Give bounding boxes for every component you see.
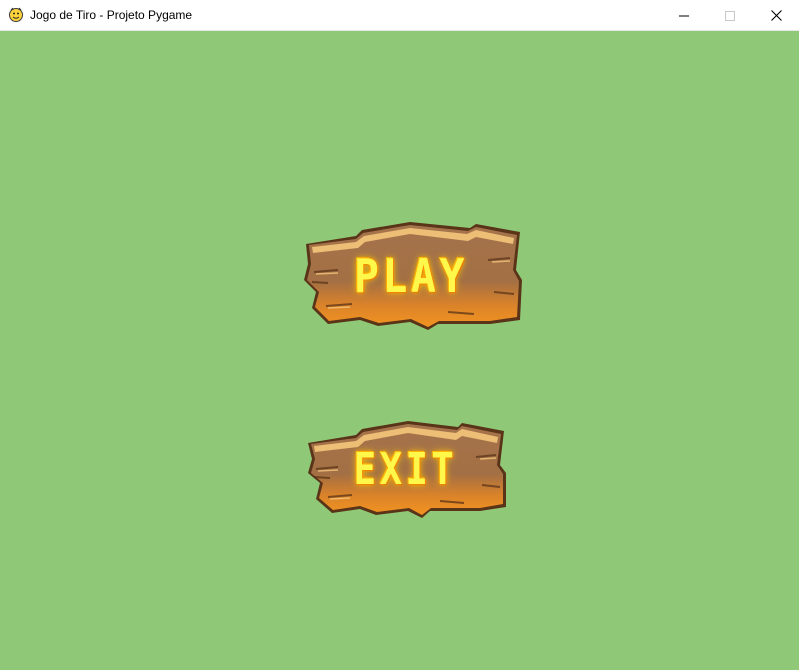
game-canvas[interactable]: PLAY EXIT [0,31,799,670]
window-title: Jogo de Tiro - Projeto Pygame [30,8,193,22]
wooden-sign-icon [304,222,522,330]
minimize-button[interactable] [661,0,707,31]
window-controls [661,0,799,31]
close-icon [770,10,782,21]
minimize-icon [679,15,689,16]
maximize-button[interactable] [707,0,753,31]
close-button[interactable] [753,0,799,31]
pygame-snake-icon [8,7,24,23]
wooden-sign-icon [308,421,506,518]
play-button[interactable]: PLAY [298,220,524,332]
title-bar[interactable]: Jogo de Tiro - Projeto Pygame [0,0,799,31]
maximize-icon [725,10,735,21]
game-window: Jogo de Tiro - Projeto Pygame PLAY EXIT [0,0,799,670]
exit-button[interactable]: EXIT [304,419,507,520]
